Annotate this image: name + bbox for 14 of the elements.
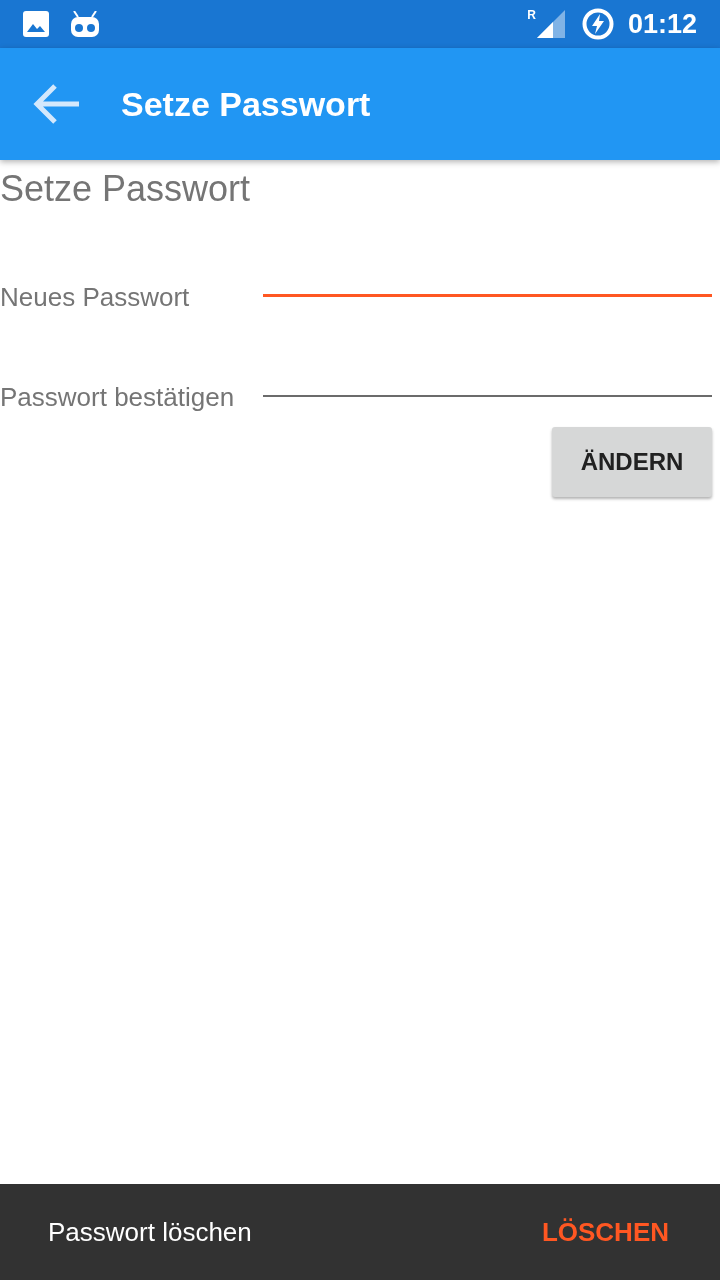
page-heading: Setze Passwort (0, 167, 251, 211)
image-icon (23, 11, 49, 37)
back-arrow-icon (33, 84, 79, 124)
delete-action-button[interactable]: LÖSCHEN (541, 1216, 669, 1248)
screen-title: Setze Passwort (121, 84, 371, 125)
robot-icon (70, 11, 100, 37)
battery-charging-icon (581, 8, 614, 40)
change-button[interactable]: ÄNDERN (552, 427, 712, 497)
signal-icon (536, 10, 565, 38)
roaming-indicator: R (527, 9, 536, 21)
field-label: Passwort bestätigen (0, 381, 236, 413)
snackbar-message: Passwort löschen (48, 1216, 252, 1248)
field-label: Neues Passwort (0, 281, 191, 313)
clock-time: 01:12 (627, 8, 697, 40)
